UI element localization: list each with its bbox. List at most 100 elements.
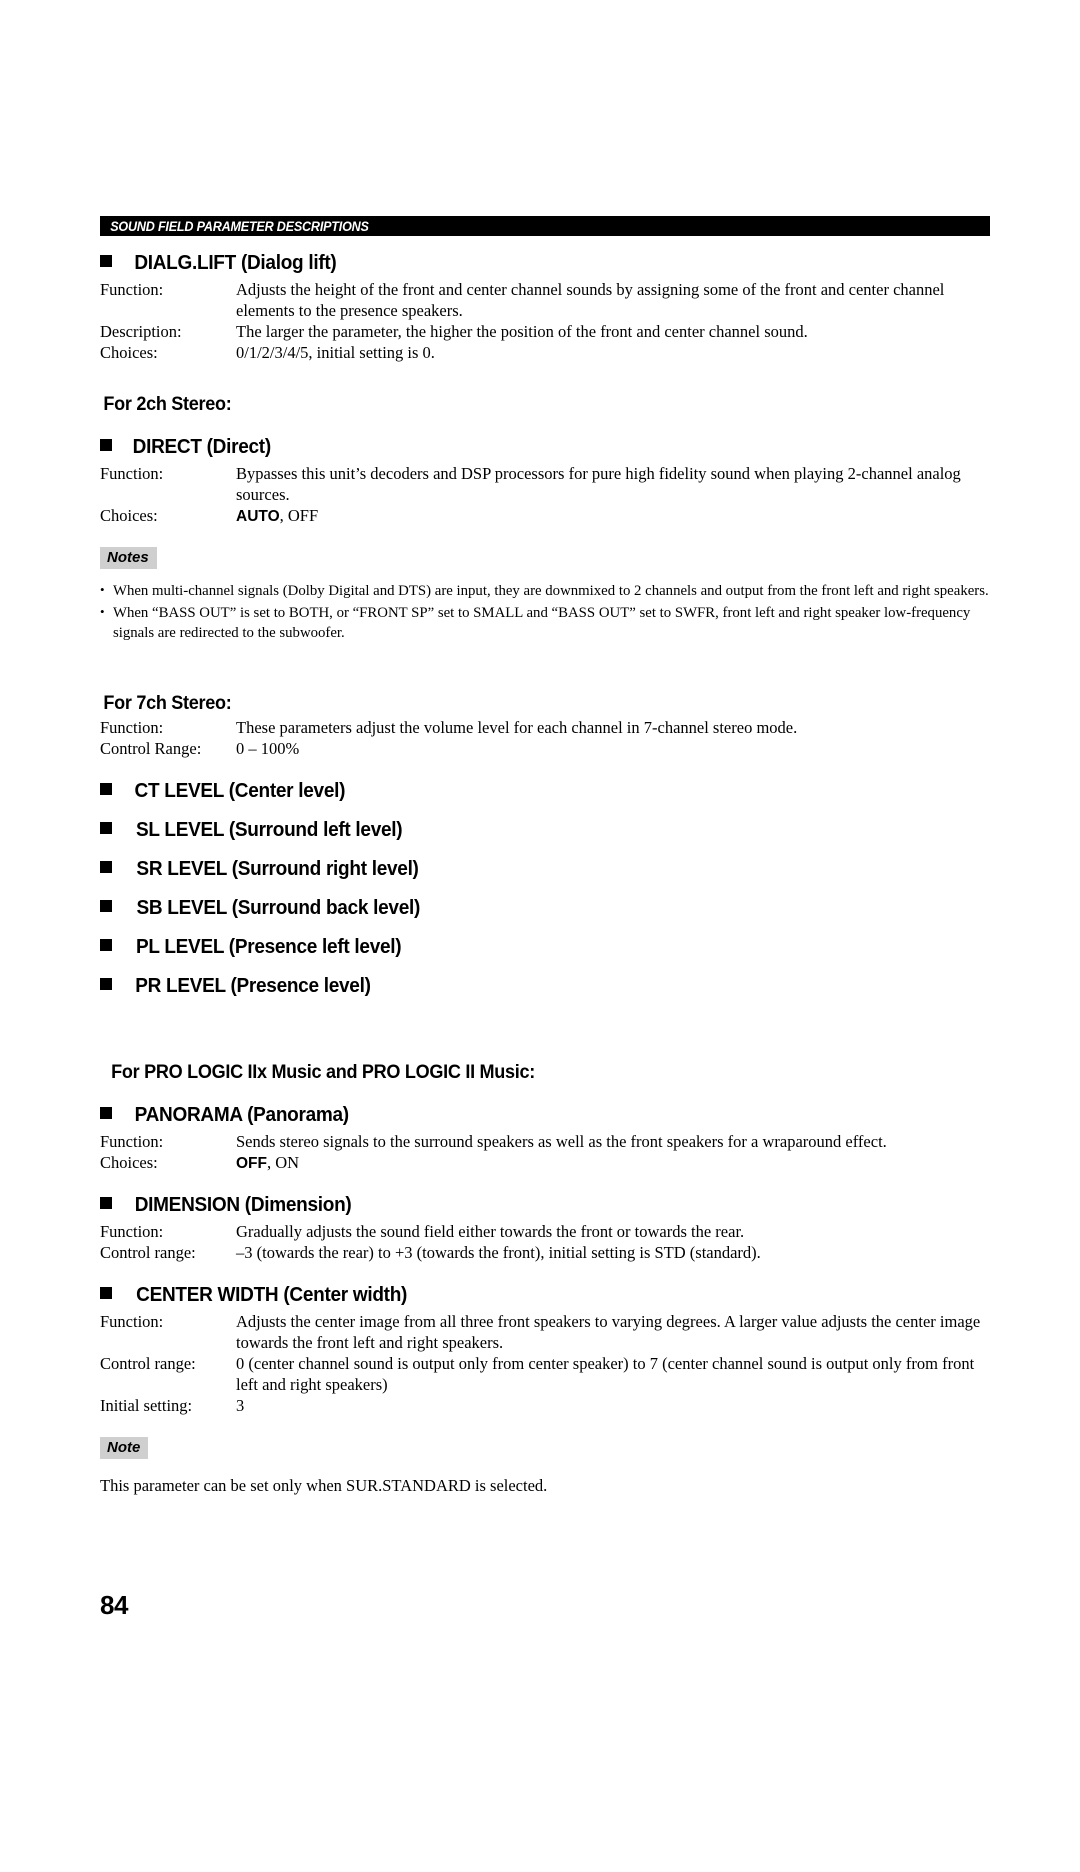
heading-text: PR LEVEL (Presence level)	[135, 975, 371, 998]
page-number: 84	[100, 1590, 128, 1620]
section-heading-text: For PRO LOGIC IIx Music and PRO LOGIC II…	[111, 1062, 536, 1084]
note-text: This parameter can be set only when SUR.…	[100, 1476, 548, 1496]
definition-value: Sends stereo signals to the surround spe…	[236, 1132, 887, 1152]
square-bullet-icon	[100, 438, 112, 451]
notes-block-direct: Notes When multi-channel signals (Dolby …	[100, 546, 990, 644]
definition-value: Adjusts the height of the front and cent…	[236, 280, 945, 320]
definition-label: Function:	[100, 280, 164, 299]
heading-text: CT LEVEL (Center level)	[134, 780, 346, 803]
choice-default: AUTO	[236, 507, 280, 525]
definition-row: Control Range: 0 – 100%	[100, 739, 990, 760]
document-page: SOUND FIELD PARAMETER DESCRIPTIONS DIALG…	[0, 0, 1080, 1872]
definition-table-7ch-stereo: Function: These parameters adjust the vo…	[100, 718, 990, 760]
page-content: SOUND FIELD PARAMETER DESCRIPTIONS DIALG…	[100, 216, 990, 1497]
definition-row-choices: Choices: OFF, ON	[100, 1153, 990, 1174]
note-item: When “BASS OUT” is set to BOTH, or “FRON…	[100, 603, 990, 643]
definition-row: Description: The larger the parameter, t…	[100, 322, 990, 343]
square-bullet-icon	[100, 861, 112, 874]
level-item: SL LEVEL (Surround left level)	[100, 819, 990, 842]
definition-value: These parameters adjust the volume level…	[236, 718, 798, 738]
square-bullet-icon	[100, 939, 112, 952]
level-item: PL LEVEL (Presence left level)	[100, 936, 990, 959]
definition-row: Function: These parameters adjust the vo…	[100, 718, 990, 739]
definition-label: Function:	[100, 1222, 164, 1241]
square-bullet-icon	[100, 1107, 112, 1120]
heading-dimension: DIMENSION (Dimension)	[100, 1194, 990, 1217]
heading-sr-level: SR LEVEL (Surround right level)	[100, 858, 990, 881]
section-heading-7ch-stereo: For 7ch Stereo:	[100, 693, 990, 715]
definition-value: 0/1/2/3/4/5, initial setting is 0.	[236, 342, 435, 362]
choice-others: , ON	[267, 1153, 300, 1173]
section-heading-2ch-stereo: For 2ch Stereo:	[100, 394, 990, 416]
choice-others: , OFF	[279, 505, 319, 525]
running-header-title: SOUND FIELD PARAMETER DESCRIPTIONS	[110, 218, 369, 234]
definition-value: 0 – 100%	[236, 739, 300, 759]
definition-label: Function:	[100, 718, 164, 738]
definition-value: Adjusts the center image from all three …	[236, 1311, 981, 1352]
section-heading-text: For 7ch Stereo:	[103, 693, 232, 715]
definition-row: Control range: –3 (towards the rear) to …	[100, 1243, 990, 1264]
definition-row: Function: Adjusts the center image from …	[100, 1312, 990, 1354]
notes-list: When multi-channel signals (Dolby Digita…	[100, 581, 990, 643]
level-item: CT LEVEL (Center level)	[100, 780, 990, 803]
heading-dialg-lift: DIALG.LIFT (Dialog lift)	[100, 252, 990, 275]
definition-value: 3	[236, 1395, 245, 1415]
heading-sb-level: SB LEVEL (Surround back level)	[100, 897, 990, 920]
definition-label: Function:	[100, 1311, 164, 1331]
heading-sl-level: SL LEVEL (Surround left level)	[100, 819, 990, 842]
heading-text: CENTER WIDTH (Center width)	[136, 1283, 408, 1306]
level-item: SB LEVEL (Surround back level)	[100, 897, 990, 920]
definition-row: Control range: 0 (center channel sound i…	[100, 1354, 990, 1396]
square-bullet-icon	[100, 1286, 112, 1299]
definition-row: Function: Bypasses this unit’s decoders …	[100, 464, 990, 506]
square-bullet-icon	[100, 255, 112, 267]
heading-panorama: PANORAMA (Panorama)	[100, 1104, 990, 1127]
heading-text: DIALG.LIFT (Dialog lift)	[134, 252, 337, 274]
heading-ct-level: CT LEVEL (Center level)	[100, 780, 990, 803]
square-bullet-icon	[100, 1197, 112, 1209]
square-bullet-icon	[100, 978, 112, 991]
notes-badge: Notes	[100, 546, 157, 570]
definition-label: Choices:	[100, 505, 158, 525]
definition-label: Initial setting:	[100, 1395, 193, 1415]
definition-label: Function:	[100, 1132, 164, 1152]
level-parameter-list: CT LEVEL (Center level) SL LEVEL (Surrou…	[100, 780, 990, 998]
heading-direct: DIRECT (Direct)	[100, 436, 990, 459]
definition-label: Description:	[100, 321, 182, 341]
section-heading-text: For 2ch Stereo:	[103, 393, 232, 415]
definition-label: Choices:	[100, 342, 158, 362]
section-direct: DIRECT (Direct) Function: Bypasses this …	[100, 436, 990, 643]
definition-row: Function: Sends stereo signals to the su…	[100, 1132, 990, 1153]
heading-pl-level: PL LEVEL (Presence left level)	[100, 936, 990, 959]
choice-default: OFF	[236, 1155, 267, 1173]
definition-label: Control range:	[100, 1242, 196, 1262]
heading-text: SB LEVEL (Surround back level)	[136, 897, 421, 920]
section-center-width: CENTER WIDTH (Center width) Function: Ad…	[100, 1284, 990, 1497]
square-bullet-icon	[100, 783, 112, 796]
heading-text: SL LEVEL (Surround left level)	[136, 819, 403, 842]
definition-value: –3 (towards the rear) to +3 (towards the…	[236, 1242, 761, 1262]
square-bullet-icon	[100, 900, 112, 913]
definition-label: Control Range:	[100, 739, 202, 759]
square-bullet-icon	[100, 822, 112, 835]
definition-label: Choices:	[100, 1153, 158, 1173]
section-7ch-stereo: For 7ch Stereo: Function: These paramete…	[100, 693, 990, 998]
definition-value: AUTO, OFF	[236, 506, 990, 527]
note-badge: Note	[100, 1436, 149, 1460]
definition-row: Function: Gradually adjusts the sound fi…	[100, 1222, 990, 1243]
definition-table-direct: Function: Bypasses this unit’s decoders …	[100, 464, 990, 527]
definition-value: Bypasses this unit’s decoders and DSP pr…	[236, 463, 961, 504]
definition-table-dimension: Function: Gradually adjusts the sound fi…	[100, 1222, 990, 1264]
section-heading-pro-logic: For PRO LOGIC IIx Music and PRO LOGIC II…	[100, 1062, 990, 1084]
definition-row: Choices: 0/1/2/3/4/5, initial setting is…	[100, 343, 990, 364]
definition-row: Initial setting: 3	[100, 1396, 990, 1417]
definition-table-center-width: Function: Adjusts the center image from …	[100, 1312, 990, 1417]
definition-value: Gradually adjusts the sound field either…	[236, 1222, 745, 1241]
